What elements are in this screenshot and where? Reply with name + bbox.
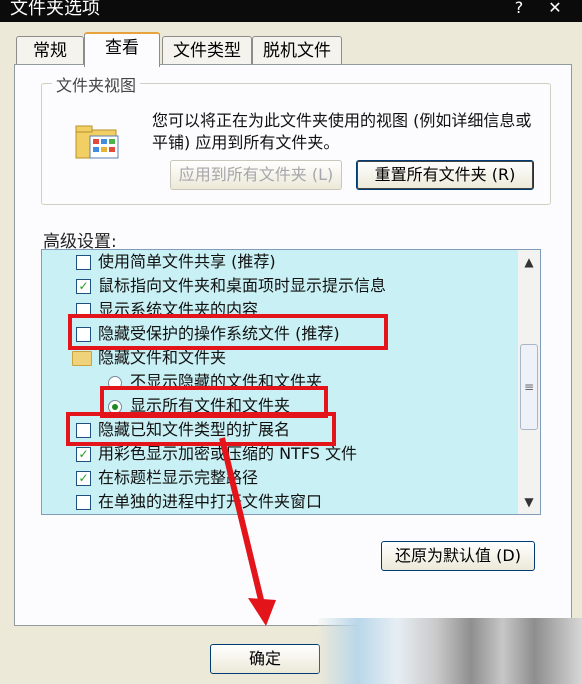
red-arrow-icon <box>219 437 276 626</box>
tab-view[interactable]: 查看 <box>84 32 160 67</box>
folder-options-dialog: 文件夹选项 ? ✕ 常规 查看 文件类型 脱机文件 文件夹视图 您可以将正在为此… <box>0 0 582 684</box>
